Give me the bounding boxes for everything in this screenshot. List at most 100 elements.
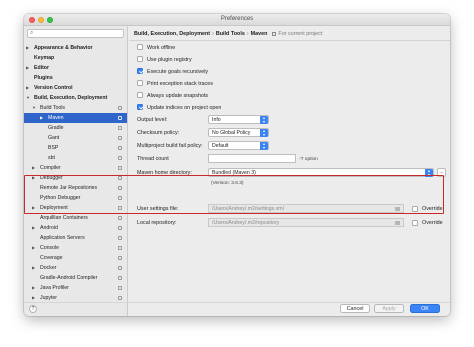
print-exception-stack-traces-checkbox[interactable]: [137, 80, 143, 86]
chevron-right-icon[interactable]: ▶: [40, 113, 43, 123]
update-indices-option[interactable]: Update indices on project open: [137, 103, 221, 113]
sidebar-item-label: Version Control: [34, 85, 73, 91]
sidebar-item-label: Build Tools: [40, 105, 65, 111]
work-offline-checkbox[interactable]: [137, 44, 143, 50]
sidebar-item[interactable]: ▶ Java Profiler: [24, 283, 127, 293]
project-scope-icon: [118, 226, 122, 230]
sidebar-item[interactable]: ▶ Version Control: [24, 83, 127, 93]
breadcrumb: Build, Execution, Deployment › Build Tools…: [134, 31, 322, 37]
sidebar-item-label: Keymap: [34, 55, 55, 61]
divider: [129, 40, 450, 41]
checksum-policy-select[interactable]: No Global Policy ▴ ▾: [208, 128, 269, 137]
sidebar-item-label: Compiler: [40, 165, 61, 171]
preferences-window: Preferences ⌕ ▶ Appearance & Behavior Keym…: [24, 14, 450, 316]
sidebar-item[interactable]: sbt: [24, 153, 127, 163]
sidebar-item[interactable]: ▶ Maven: [24, 113, 127, 123]
thread-count-hint: -T option: [299, 157, 318, 162]
apply-button[interactable]: Apply: [374, 304, 404, 313]
fail-policy-value: Default: [212, 143, 229, 149]
thread-count-input[interactable]: [208, 154, 296, 163]
sidebar-item[interactable]: BSP: [24, 143, 127, 153]
sidebar-item-label: Docker: [40, 265, 57, 271]
local-repository-input[interactable]: /Users/Andrey/.m2/repository: [208, 218, 404, 227]
sidebar-item[interactable]: ▶ Android: [24, 223, 127, 233]
project-scope-icon: [118, 256, 122, 260]
project-scope-icon: [118, 266, 122, 270]
sidebar-item[interactable]: ▶ Console: [24, 243, 127, 253]
help-button[interactable]: ?: [29, 305, 37, 313]
project-scope-icon: [118, 296, 122, 300]
sidebar-item-label: Coverage: [40, 255, 63, 261]
chevron-right-icon[interactable]: ▶: [32, 223, 35, 233]
settings-search-input[interactable]: ⌕: [27, 29, 124, 38]
sidebar-item-label: Editor: [34, 65, 49, 71]
chevron-right-icon[interactable]: ▶: [26, 83, 29, 93]
title-bar: Preferences: [24, 14, 450, 26]
sidebar-item[interactable]: Gradle-Android Compiler: [24, 273, 127, 283]
folder-icon[interactable]: [395, 220, 400, 225]
chevron-right-icon[interactable]: ▶: [26, 43, 29, 53]
chevron-down-icon[interactable]: ▼: [26, 93, 30, 103]
project-scope-icon: [118, 166, 122, 170]
sidebar-item[interactable]: Plugins: [24, 73, 127, 83]
window-title: Preferences: [220, 16, 254, 22]
sidebar-item[interactable]: Gant: [24, 133, 127, 143]
output-level-value: Info: [212, 117, 221, 123]
sidebar-item-label: Appearance & Behavior: [34, 45, 93, 51]
use-plugin-registry-checkbox[interactable]: [137, 56, 143, 62]
work-offline-option[interactable]: Work offline: [137, 43, 175, 53]
sidebar-item-label: Plugins: [34, 75, 53, 81]
cancel-button[interactable]: Cancel: [340, 304, 370, 313]
local-repository-value: /Users/Andrey/.m2/repository: [212, 220, 280, 226]
fail-policy-select[interactable]: Default ▴ ▾: [208, 141, 269, 150]
chevron-right-icon[interactable]: ▶: [32, 243, 35, 253]
ok-button[interactable]: OK: [410, 304, 440, 313]
settings-tree: ▶ Appearance & Behavior Keymap ▶ Editor Plugi…: [24, 43, 127, 303]
execute-goals-recursively-label: Execute goals recursively: [147, 69, 209, 75]
project-scope-icon: [118, 276, 122, 280]
sidebar-item[interactable]: Coverage: [24, 253, 127, 263]
execute-goals-recursively-option[interactable]: Execute goals recursively: [137, 67, 208, 77]
footer-divider: [24, 302, 450, 303]
project-scope-icon: [118, 146, 122, 150]
chevron-right-icon[interactable]: ▶: [32, 163, 35, 173]
project-scope-icon: [118, 106, 122, 110]
sidebar-item[interactable]: ▼ Build Tools: [24, 103, 127, 113]
update-indices-checkbox[interactable]: [137, 104, 143, 110]
always-update-snapshots-checkbox[interactable]: [137, 92, 143, 98]
sidebar-item[interactable]: Gradle: [24, 123, 127, 133]
always-update-snapshots-option[interactable]: Always update snapshots: [137, 91, 208, 101]
sidebar-item-label: Java Profiler: [40, 285, 69, 291]
sidebar-item[interactable]: ▶ Editor: [24, 63, 127, 73]
print-exception-stack-traces-option[interactable]: Print exception stack traces: [137, 79, 213, 89]
use-plugin-registry-option[interactable]: Use plugin registry: [137, 55, 192, 65]
execute-goals-recursively-checkbox[interactable]: [137, 68, 143, 74]
sidebar-item-label: BSP: [48, 145, 59, 151]
sidebar-item[interactable]: ▶ Appearance & Behavior: [24, 43, 127, 53]
output-level-select[interactable]: Info ▴ ▾: [208, 115, 269, 124]
local-repository-override-checkbox[interactable]: [412, 219, 418, 226]
project-scope-icon: [118, 156, 122, 160]
sidebar-item[interactable]: Arquillian Containers: [24, 213, 127, 223]
chevron-right-icon[interactable]: ▶: [32, 283, 35, 293]
chevron-down-icon[interactable]: ▼: [32, 103, 36, 113]
print-exception-stack-traces-label: Print exception stack traces: [147, 81, 213, 87]
chevron-right-icon[interactable]: ▶: [32, 263, 35, 273]
breadcrumb-scope: For current project: [278, 31, 323, 37]
sidebar-item-label: Gant: [48, 135, 60, 141]
work-offline-label: Work offline: [147, 45, 176, 51]
sidebar-item-label: Console: [40, 245, 60, 251]
chevron-right-icon[interactable]: ▶: [26, 63, 29, 73]
sidebar-item-label: Maven: [48, 115, 64, 121]
use-plugin-registry-label: Use plugin registry: [147, 57, 192, 63]
local-repository-override-label: Override: [422, 220, 443, 226]
sidebar-item[interactable]: ▶ Docker: [24, 263, 127, 273]
breadcrumb-item: Build, Execution, Deployment: [134, 31, 211, 37]
sidebar-item[interactable]: ▼ Build, Execution, Deployment: [24, 93, 127, 103]
project-scope-icon: [118, 216, 122, 220]
sidebar-item[interactable]: Application Servers: [24, 233, 127, 243]
output-level-label: Output level:: [137, 117, 168, 123]
project-scope-icon: [118, 126, 122, 130]
sidebar-item[interactable]: Keymap: [24, 53, 127, 63]
sidebar-item[interactable]: ▶ Compiler: [24, 163, 127, 173]
